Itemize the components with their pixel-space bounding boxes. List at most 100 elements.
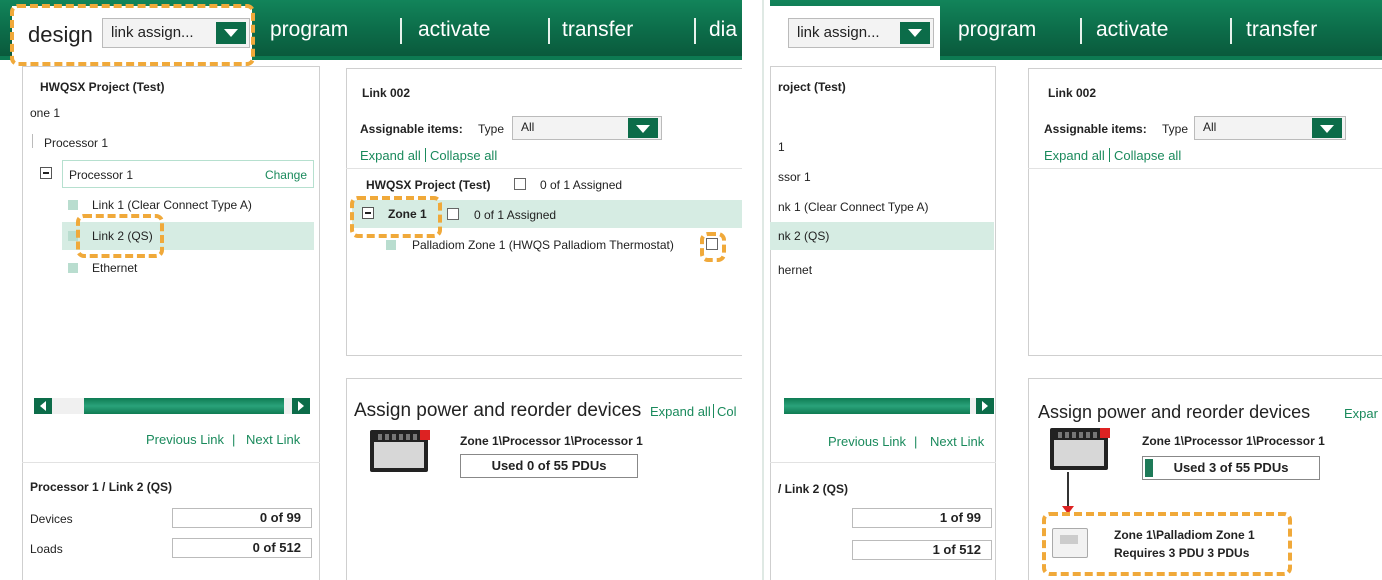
tab-separator [1080, 18, 1082, 44]
collapse-all-link[interactable]: Collapse all [430, 148, 497, 163]
previous-link[interactable]: Previous Link [828, 434, 906, 449]
chevron-down-icon [628, 118, 658, 138]
pdu-usage: Used 0 of 55 PDUs [460, 454, 638, 478]
tree-zone-label[interactable]: one 1 [30, 106, 60, 120]
type-label: Type [478, 122, 505, 136]
devices-count: 1 of 99 [852, 508, 992, 528]
scroll-right-icon[interactable] [976, 398, 994, 414]
tree-horizontal-scrollbar[interactable] [784, 398, 994, 414]
device-requires: Requires 3 PDU 3 PDUs [1114, 546, 1250, 560]
next-link[interactable]: Next Link [246, 432, 300, 447]
expand-all-link[interactable]: Expand all [360, 148, 421, 163]
highlight-link2 [76, 214, 164, 258]
device-path: Zone 1\Palladiom Zone 1 [1114, 528, 1255, 542]
devices-label: Devices [30, 512, 73, 526]
assignable-label: Assignable items: [1044, 122, 1147, 136]
project-checkbox[interactable] [514, 178, 526, 190]
processor-label: Processor 1 [69, 168, 134, 182]
device-tag-icon [1100, 428, 1110, 438]
tree-pane [770, 66, 996, 580]
tree-processor-selected[interactable]: ssor 1 [778, 170, 811, 184]
scroll-right-icon[interactable] [292, 398, 310, 414]
type-dropdown[interactable]: All [512, 116, 662, 140]
type-label: Type [1162, 122, 1189, 136]
tree-link1[interactable]: Link 1 (Clear Connect Type A) [92, 198, 252, 212]
right-screenshot: link assign... program activate transfer… [770, 0, 1382, 580]
previous-link[interactable]: Previous Link [146, 432, 224, 447]
link-assign-dropdown[interactable]: link assign... [788, 18, 934, 48]
palladiom-item[interactable]: Palladiom Zone 1 (HWQS Palladiom Thermos… [412, 238, 674, 252]
zone-assigned: 0 of 1 Assigned [474, 208, 557, 222]
scrollbar-thumb[interactable] [784, 398, 970, 414]
separator-line [762, 0, 764, 580]
tree-link2[interactable]: nk 2 (QS) [778, 229, 829, 243]
tree-processor-parent[interactable]: 1 [778, 140, 785, 154]
link-divider [1109, 148, 1110, 162]
loads-count: 1 of 512 [852, 540, 992, 560]
tab-activate[interactable]: activate [1090, 0, 1174, 60]
pdu-usage-text: Used 3 of 55 PDUs [1173, 460, 1289, 475]
assignable-divider [1028, 168, 1382, 169]
chevron-down-icon [900, 22, 930, 44]
project-row: HWQSX Project (Test) [366, 178, 491, 192]
scroll-left-icon[interactable] [34, 398, 52, 414]
link-divider [713, 404, 714, 418]
link-separator: | [232, 432, 236, 447]
collapse-all-link[interactable]: Collapse all [1114, 148, 1181, 163]
scrollbar-thumb[interactable] [84, 398, 284, 414]
type-value: All [521, 120, 535, 134]
design-tab[interactable]: link assign... [770, 6, 940, 60]
project-title: roject (Test) [778, 80, 846, 94]
tree-link1[interactable]: nk 1 (Clear Connect Type A) [778, 200, 929, 214]
tree-processor-parent[interactable]: Processor 1 [44, 136, 108, 150]
devices-count: 0 of 99 [172, 508, 312, 528]
link-divider [425, 148, 426, 162]
next-link[interactable]: Next Link [930, 434, 984, 449]
connector-line [1067, 472, 1069, 508]
zone-checkbox[interactable] [447, 208, 459, 220]
pdu-usage-fill [1145, 459, 1153, 477]
tree-processor-selected[interactable]: Processor 1 Change [62, 160, 314, 188]
project-title: HWQSX Project (Test) [40, 80, 165, 94]
type-dropdown[interactable]: All [1194, 116, 1346, 140]
dropdown-value: link assign... [797, 24, 880, 41]
pdu-usage: Used 3 of 55 PDUs [1142, 456, 1320, 480]
tree-horizontal-scrollbar[interactable] [34, 398, 310, 414]
tree-ethernet[interactable]: Ethernet [92, 261, 137, 275]
summary-title: Processor 1 / Link 2 (QS) [30, 480, 173, 494]
tab-transfer[interactable]: transfer [1240, 0, 1323, 60]
collapse-icon[interactable] [40, 167, 52, 179]
assignable-label: Assignable items: [360, 122, 463, 136]
link-title: Link 002 [362, 86, 411, 100]
type-value: All [1203, 120, 1217, 134]
highlight-zone [350, 196, 442, 238]
link-status-icon [68, 200, 78, 210]
assignable-divider [346, 168, 742, 169]
link-separator: | [914, 434, 918, 449]
tree-ethernet[interactable]: hernet [778, 263, 812, 277]
device-status-icon [386, 240, 396, 250]
highlight-checkbox [700, 232, 726, 262]
power-title: Assign power and reorder devices [354, 400, 642, 421]
highlight-design-dropdown [10, 4, 255, 66]
tab-transfer[interactable]: transfer [556, 0, 639, 60]
processor-path: Zone 1\Processor 1\Processor 1 [460, 434, 643, 448]
tab-diagnostics[interactable]: dia [703, 0, 742, 60]
loads-label: Loads [30, 542, 63, 556]
summary-divider [770, 462, 996, 463]
tab-separator [1230, 18, 1232, 44]
assignable-pane [1028, 68, 1382, 356]
summary-title: / Link 2 (QS) [778, 482, 849, 496]
power-expand-all[interactable]: Expand all [650, 404, 711, 419]
tab-separator [694, 18, 696, 44]
power-expand-cropped[interactable]: Expar [1344, 406, 1378, 421]
change-link[interactable]: Change [265, 168, 307, 182]
power-collapse-cropped[interactable]: Col [717, 404, 737, 419]
tab-program[interactable]: program [952, 0, 1042, 60]
chevron-down-icon [1312, 118, 1342, 138]
tree-connector [32, 134, 37, 148]
summary-divider [22, 462, 320, 463]
tab-program[interactable]: program [264, 0, 354, 60]
tab-activate[interactable]: activate [412, 0, 496, 60]
expand-all-link[interactable]: Expand all [1044, 148, 1105, 163]
